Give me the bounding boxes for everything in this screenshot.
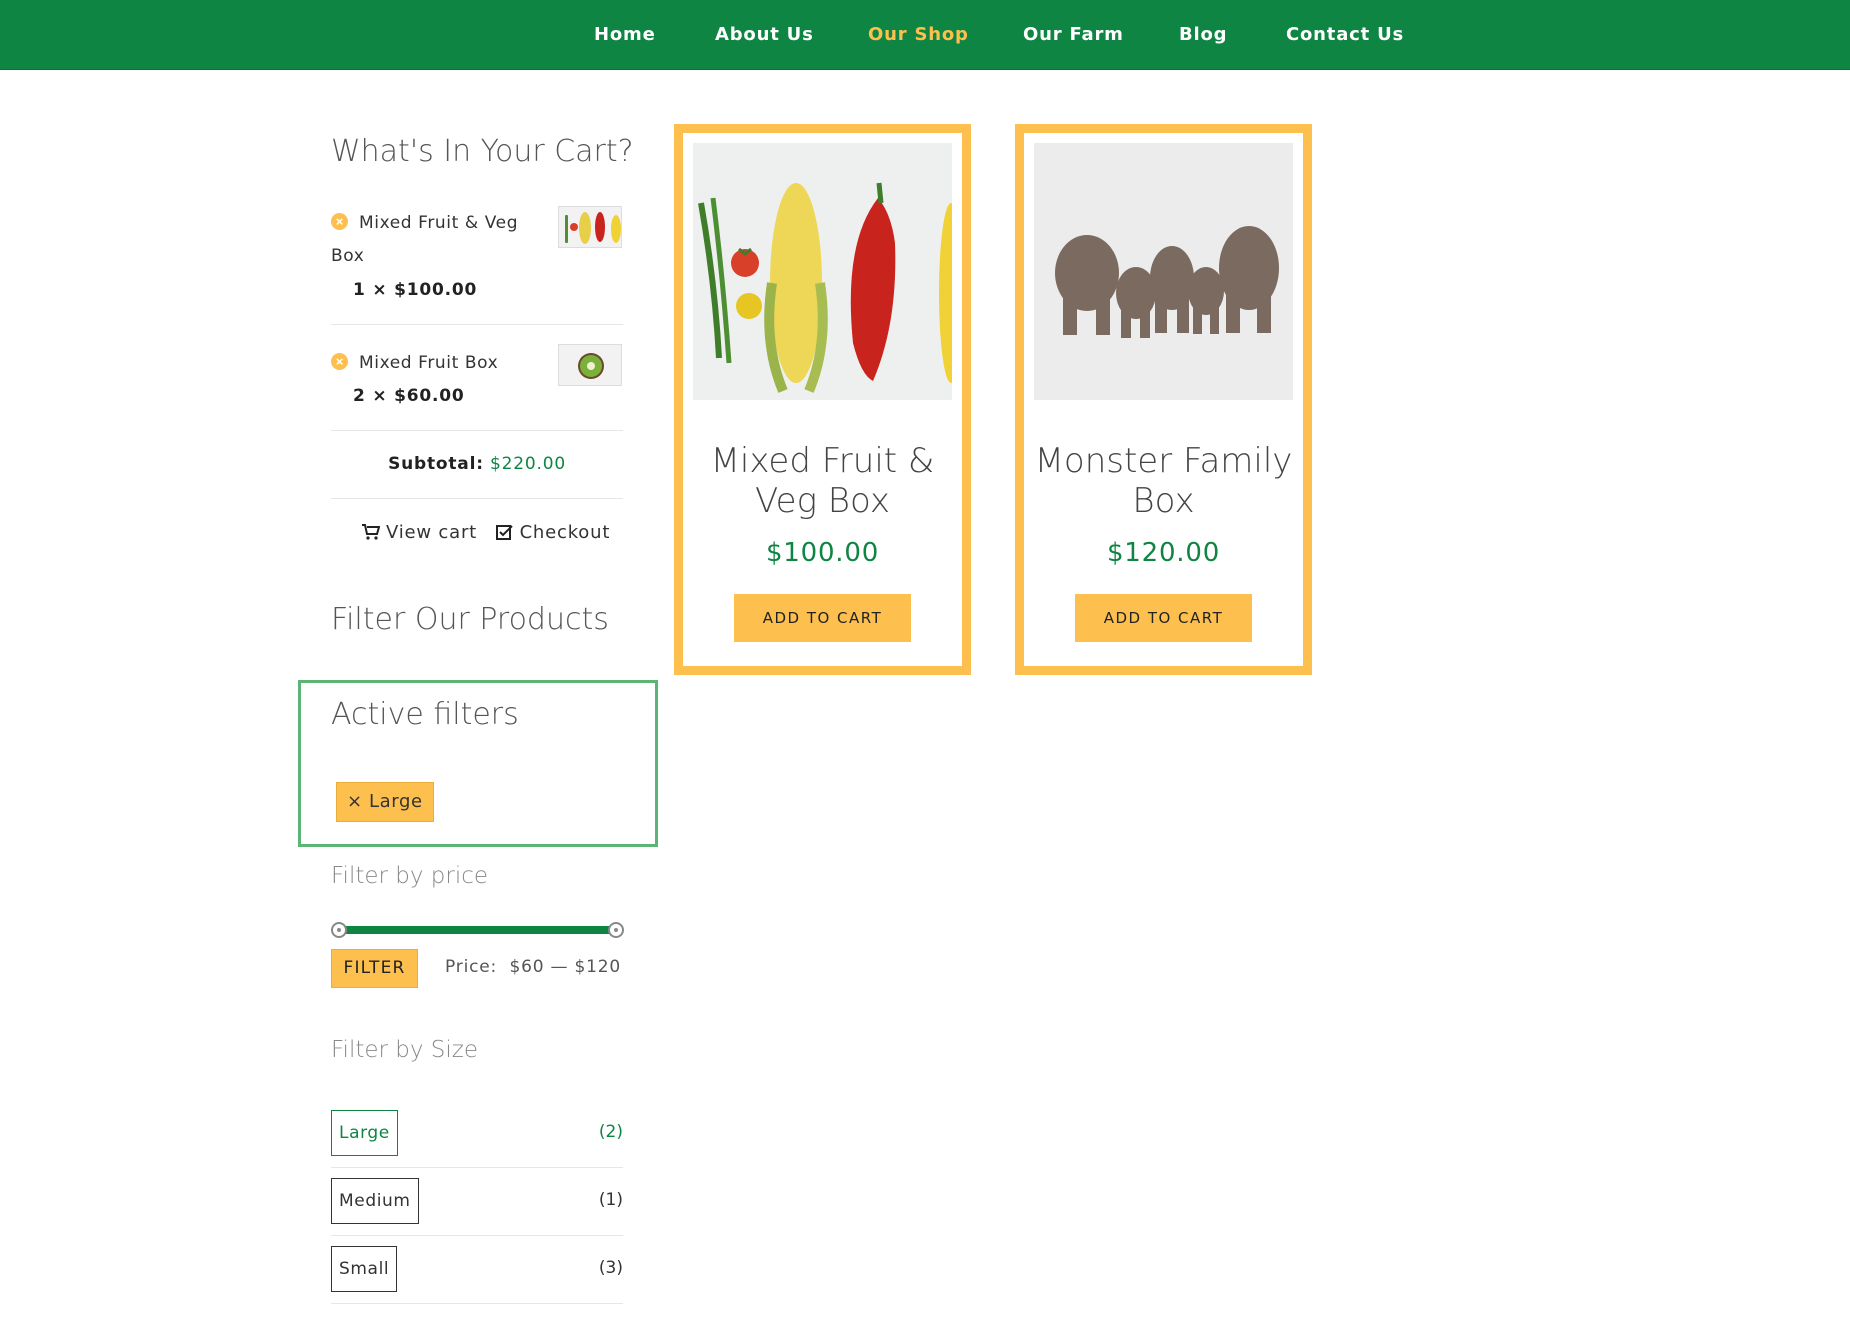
product-title[interactable]: Mixed Fruit & Veg Box [683,441,962,521]
shopping-cart-icon [362,524,381,540]
filter-products-title: Filter Our Products [331,602,609,637]
nav-our-shop[interactable]: Our Shop [868,24,969,45]
nav-our-farm[interactable]: Our Farm [1023,24,1124,45]
size-divider [331,1303,623,1304]
view-cart-label: View cart [386,522,478,543]
nav-blog[interactable]: Blog [1179,24,1227,45]
product-price: $100.00 [765,538,880,568]
checkout-button[interactable]: Checkout [495,522,611,543]
cart-subtotal: Subtotal: $220.00 [331,454,623,474]
product-title-line2: Box [1132,481,1195,521]
size-option-large: Large (2) [331,1110,623,1156]
vegetables-photo-icon[interactable] [693,143,952,400]
size-count: (3) [598,1258,623,1278]
add-to-cart-button[interactable]: ADD TO CART [1075,594,1252,642]
cart-item: × Mixed Fruit & Veg Box 1 × $100.00 [331,206,622,306]
view-cart-button[interactable]: View cart [362,522,477,543]
product-price: $120.00 [1106,538,1221,568]
size-tag-small[interactable]: Small [331,1246,398,1292]
cart-item: × Mixed Fruit Box 2 × $60.00 [331,344,622,414]
product-title-line2: Veg Box [755,481,890,521]
top-navigation: Home About Us Our Shop Our Farm Blog Con… [0,0,1850,70]
product-card: Mixed Fruit & Veg Box $100.00 ADD TO CAR… [674,124,971,675]
price-range-value: $60 — $120 [509,957,621,977]
cart-item-name[interactable]: Mixed Fruit & Veg [359,206,518,240]
nav-home[interactable]: Home [594,24,656,45]
subtotal-label: Subtotal: [388,454,484,474]
vegetables-thumbnail-icon [558,206,622,248]
cart-item-name-continued[interactable]: Box [331,246,364,266]
size-count: (2) [598,1122,623,1142]
elephants-photo-icon[interactable] [1034,143,1293,400]
size-tag-large[interactable]: Large [331,1110,398,1156]
size-option-medium: Medium (1) [331,1178,623,1224]
checkbox-check-icon [495,525,513,540]
product-title[interactable]: Monster Family Box [1024,441,1303,521]
checkout-label: Checkout [519,522,611,543]
remove-item-icon[interactable]: × [331,353,348,370]
size-divider [331,1167,623,1168]
cart-item-name[interactable]: Mixed Fruit Box [359,346,498,380]
product-title-line1: Monster Family [1034,441,1293,481]
cart-divider [331,498,623,499]
price-slider-max-handle[interactable] [608,922,624,938]
size-count: (1) [598,1190,623,1210]
subtotal-value: $220.00 [490,454,566,474]
cart-divider [331,430,623,431]
size-divider [331,1235,623,1236]
cart-widget-title: What's In Your Cart? [331,134,634,169]
price-prefix: Price: [445,957,498,977]
size-option-small: Small (3) [331,1246,623,1292]
cart-buttons: View cart Checkout [362,522,622,543]
cart-item-quantity: 1 × $100.00 [353,280,478,300]
filter-button[interactable]: FILTER [331,949,418,988]
active-filter-chip-large[interactable]: × Large [336,782,434,822]
product-title-line1: Mixed Fruit & [710,441,935,481]
nav-contact-us[interactable]: Contact Us [1286,24,1404,45]
product-card: Monster Family Box $120.00 ADD TO CART [1015,124,1312,675]
filter-by-price-title: Filter by price [331,863,489,889]
size-tag-medium[interactable]: Medium [331,1178,419,1224]
price-range-label: Price: $60 — $120 [445,957,621,977]
add-to-cart-button[interactable]: ADD TO CART [734,594,911,642]
nav-about-us[interactable]: About Us [715,24,814,45]
remove-item-icon[interactable]: × [331,213,348,230]
active-filters-title: Active filters [331,697,519,732]
filter-by-size-title: Filter by Size [331,1037,479,1063]
price-slider-track[interactable] [339,926,616,934]
kiwi-thumbnail-icon [558,344,622,386]
cart-item-quantity: 2 × $60.00 [353,386,465,406]
price-slider-min-handle[interactable] [331,922,347,938]
cart-divider [331,324,623,325]
